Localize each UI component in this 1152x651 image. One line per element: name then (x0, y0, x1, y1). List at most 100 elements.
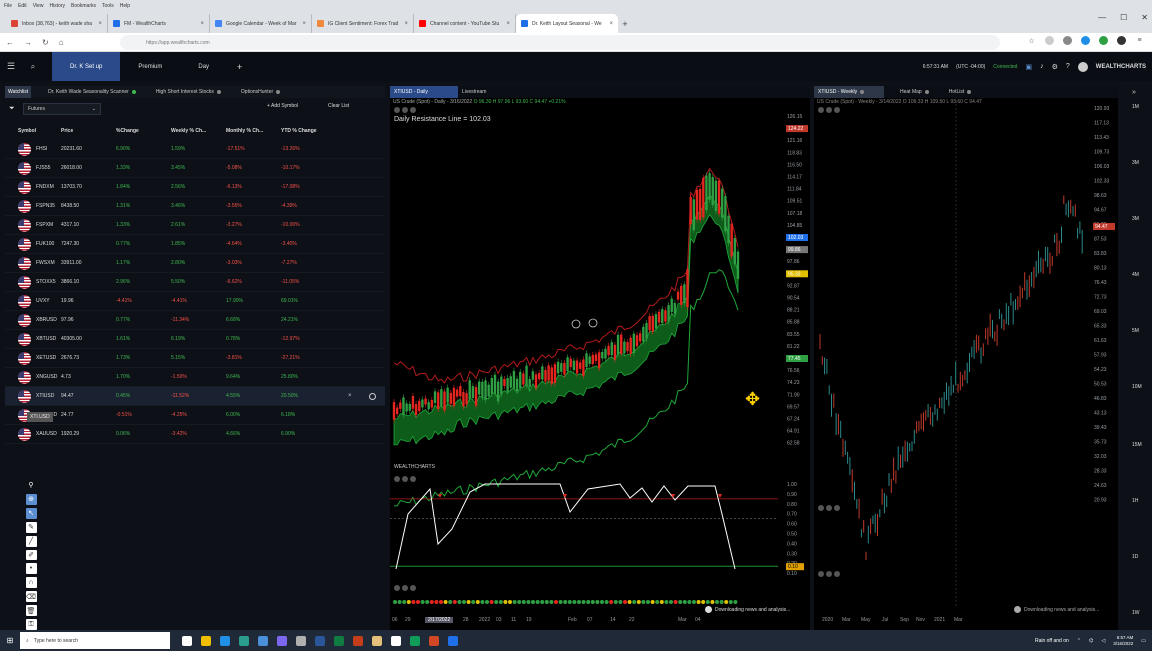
table-row[interactable]: XBTUSD 40305.00 1.61% 6.19% 0.78% -12.97% (5, 330, 385, 349)
table-row[interactable]: FJS55 26018.00 1.33% 3.45% -5.08% -10.17% (5, 159, 385, 178)
table-row[interactable]: FSPXM 4317.10 1.33% 2.61% -3.27% -10.00% (5, 216, 385, 235)
back-icon[interactable]: ← (6, 38, 14, 47)
remove-row-icon[interactable]: × (348, 393, 352, 399)
taskbar-app-icon[interactable] (391, 635, 401, 646)
add-layout-icon[interactable]: + (227, 62, 252, 72)
table-row[interactable]: FSPN35 8438.50 1.31% 3.46% -3.55% -4.39% (5, 197, 385, 216)
table-row[interactable]: XETUSD 2676.73 1.73% 5.15% -3.81% -27.21% (5, 349, 385, 368)
browser-menu-icon[interactable]: ≡ (1135, 36, 1144, 45)
tab-close-icon[interactable]: × (404, 21, 408, 27)
tab-close-icon[interactable]: × (609, 21, 613, 27)
search-icon[interactable]: ⌕ (22, 62, 44, 72)
maximize-icon[interactable]: ☐ (1120, 13, 1127, 22)
extension-icon[interactable] (1081, 36, 1090, 45)
line-tool-icon[interactable]: ╱ (25, 535, 37, 547)
hamburger-menu-icon[interactable]: ☰ (0, 61, 22, 72)
weather-text[interactable]: Rain off and on (1035, 638, 1069, 644)
network-icon[interactable]: ⌬ (1089, 638, 1093, 644)
column-header[interactable]: Symbol (5, 128, 61, 134)
pencil-icon[interactable]: ✎ (25, 521, 37, 533)
chart-control-dot[interactable] (402, 585, 408, 591)
cursor-icon[interactable]: ↖ (25, 507, 37, 519)
browser-tab[interactable]: IG Client Sentiment: Forex Trad × (312, 14, 414, 33)
taskbar-app-icon[interactable] (448, 635, 458, 646)
taskbar-app-icon[interactable] (182, 635, 192, 646)
filter-icon[interactable]: ⏷ (9, 105, 23, 113)
timeframe-button[interactable]: 1H (1132, 498, 1138, 504)
timeframe-button[interactable]: 4M (1132, 272, 1139, 278)
tab-close-icon[interactable]: × (302, 21, 306, 27)
dot-icon[interactable]: • (25, 563, 37, 575)
table-row[interactable]: XNGUSD 4.73 1.70% -1.50% 9.64% 25.80% (5, 368, 385, 387)
chart-control-dot[interactable] (394, 585, 400, 591)
taskbar-app-icon[interactable] (258, 635, 268, 646)
clear-list-button[interactable]: Clear List (328, 103, 349, 109)
table-row[interactable]: XBRUSD 97.96 0.77% -11.34% 6.68% 24.21% (5, 311, 385, 330)
layout-tab[interactable]: Premium (120, 52, 180, 81)
magnet-icon[interactable]: ∩ (25, 577, 37, 589)
menu-item-edit[interactable]: Edit (18, 3, 27, 9)
avatar[interactable] (1077, 61, 1088, 72)
table-row[interactable]: UVXY 19.96 -4.41% -4.41% 17.90% 69.01% (5, 292, 385, 311)
timeframe-button[interactable]: 15M (1132, 442, 1142, 448)
chart-control-dot[interactable] (826, 571, 832, 577)
list-select[interactable]: Futures ⌄ (23, 103, 101, 115)
help-icon[interactable]: ? (1066, 63, 1070, 70)
tab-close-icon[interactable]: × (200, 21, 204, 27)
chart-control-dot[interactable] (410, 476, 416, 482)
table-row[interactable]: FUK100 7247.30 0.77% 1.85% -4.64% -3.40% (5, 235, 385, 254)
column-header[interactable]: YTD % Change (281, 128, 336, 134)
lock-icon[interactable]: ⚿ (25, 619, 37, 630)
bell-icon[interactable]: ♪ (1040, 63, 1044, 70)
bookmark-star-icon[interactable]: ☆ (1027, 36, 1036, 45)
chart-control-dot[interactable] (818, 571, 824, 577)
timeframe-button[interactable]: 5M (1132, 328, 1139, 334)
column-header[interactable]: %Change (116, 128, 171, 134)
close-window-icon[interactable]: ✕ (1141, 13, 1148, 22)
taskbar-search[interactable]: ⌕ Type here to search (20, 632, 170, 649)
save-icon[interactable]: ▣ (1025, 63, 1032, 71)
weekly-chart-canvas[interactable]: 120.93 117.13 113.43 109.73 106.03 102.33 98.6… (814, 86, 1118, 630)
timeframe-button[interactable]: 3M (1132, 216, 1139, 222)
table-row[interactable]: STOXX5 3866.10 2.96% 5.50% -6.62% -11.05% (5, 273, 385, 292)
timeframe-button[interactable]: 1W (1132, 610, 1140, 616)
taskbar-app-icon[interactable] (429, 635, 439, 646)
browser-tab[interactable]: Dr. Keith Layout Seasonal - We × (516, 14, 618, 33)
address-bar[interactable]: https://app.wealthcharts.com (120, 35, 1000, 50)
notification-icon[interactable]: ▭ (1141, 638, 1146, 644)
chart-control-dot[interactable] (402, 476, 408, 482)
chart-control-dot[interactable] (394, 476, 400, 482)
taskbar-app-icon[interactable] (277, 635, 287, 646)
watchlist-tab[interactable]: Dr. Keith Wade Seasonality Scanner (45, 86, 139, 98)
timezone[interactable]: (UTC -04:00) (956, 64, 985, 70)
taskbar-app-icon[interactable] (315, 635, 325, 646)
column-header[interactable]: Monthly % Ch... (226, 128, 281, 134)
browser-tab[interactable]: Google Calendar - Week of Mar × (210, 14, 312, 33)
chart-control-dot[interactable] (834, 571, 840, 577)
menu-item-file[interactable]: File (4, 3, 12, 9)
minimize-icon[interactable]: — (1098, 13, 1106, 22)
table-row[interactable]: XAUUSD 1920.29 0.06% -3.42% 4.66% 6.90% (5, 425, 385, 444)
new-tab-icon[interactable]: + (618, 14, 632, 33)
gear-icon[interactable]: ⚙ (1052, 63, 1058, 71)
menu-item-history[interactable]: History (49, 3, 65, 9)
timeframe-button[interactable]: 10M (1132, 384, 1142, 390)
menu-item-help[interactable]: Help (120, 3, 130, 9)
tab-close-icon[interactable]: × (506, 21, 510, 27)
table-row[interactable]: FWSXM 33911.00 1.17% 2.80% -3.03% -7.27% (5, 254, 385, 273)
extension-icon[interactable] (1117, 36, 1126, 45)
home-icon[interactable]: ⌂ (59, 38, 64, 47)
column-header[interactable]: Weekly % Ch... (171, 128, 226, 134)
browser-tab[interactable]: Inbox (38,763) - keith wade sha × (6, 14, 108, 33)
chart-control-dot[interactable] (826, 505, 832, 511)
menu-item-tools[interactable]: Tools (102, 3, 114, 9)
eraser-icon[interactable]: ⌫ (25, 591, 37, 603)
taskbar-app-icon[interactable] (334, 635, 344, 646)
forward-icon[interactable]: → (24, 38, 32, 47)
table-row[interactable]: FNDXM 13703.70 1.84% 2.56% -6.13% -17.08% (5, 178, 385, 197)
chart-control-dot[interactable] (410, 585, 416, 591)
taskbar-app-icon[interactable] (201, 635, 211, 646)
chart-control-dot[interactable] (834, 505, 840, 511)
browser-tab[interactable]: Channel content - YouTube Stu × (414, 14, 516, 33)
watchlist-tab[interactable]: OptionsHunter (238, 86, 283, 98)
